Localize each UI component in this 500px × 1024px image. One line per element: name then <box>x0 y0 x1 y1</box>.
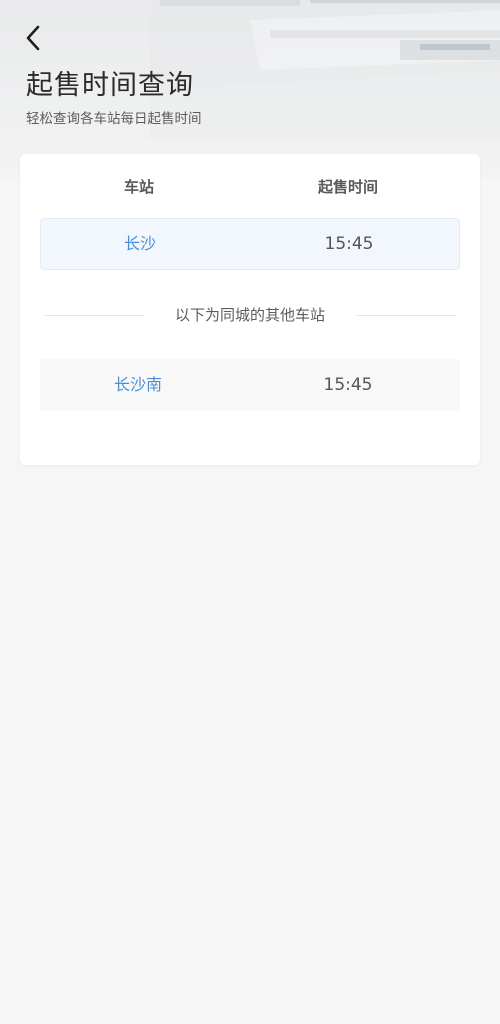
station-name[interactable]: 长沙南 <box>38 359 238 411</box>
sale-time-card: 车站 起售时间 长沙 15:45 以下为同城的其他车站 长沙南 15:45 <box>20 154 480 465</box>
chevron-left-icon <box>26 25 40 51</box>
column-header-sale-time: 起售时间 <box>317 178 378 196</box>
column-header-station: 车站 <box>123 178 154 196</box>
station-name[interactable]: 长沙 <box>40 218 240 270</box>
divider-line-right <box>356 315 456 316</box>
sale-time: 15:45 <box>323 375 373 395</box>
train-station-background-image <box>150 0 500 140</box>
station-row-other[interactable]: 长沙南 15:45 <box>40 359 460 411</box>
page-title: 起售时间查询 <box>26 70 194 101</box>
back-button[interactable] <box>18 22 50 54</box>
station-row-primary[interactable]: 长沙 15:45 <box>40 218 460 270</box>
same-city-divider: 以下为同城的其他车站 <box>44 304 456 326</box>
page-subtitle: 轻松查询各车站每日起售时间 <box>26 111 202 127</box>
sale-time: 15:45 <box>324 234 374 254</box>
